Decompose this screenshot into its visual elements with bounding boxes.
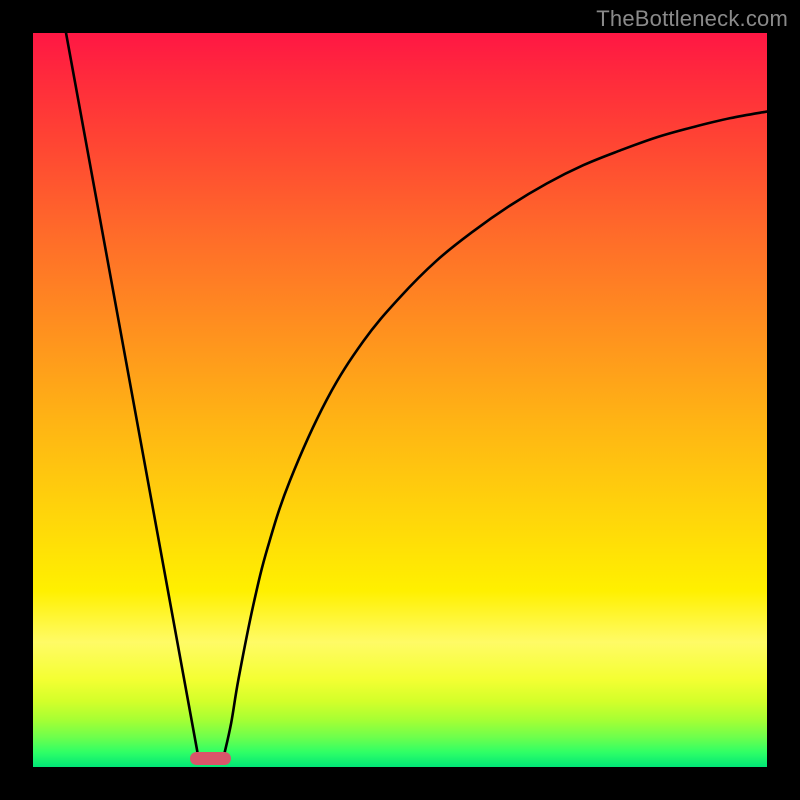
bottleneck-curve (33, 33, 767, 767)
chart-frame: TheBottleneck.com (0, 0, 800, 800)
curve-path (66, 33, 767, 756)
bottom-pill-marker (190, 752, 231, 765)
watermark-text: TheBottleneck.com (596, 6, 788, 32)
plot-area (33, 33, 767, 767)
